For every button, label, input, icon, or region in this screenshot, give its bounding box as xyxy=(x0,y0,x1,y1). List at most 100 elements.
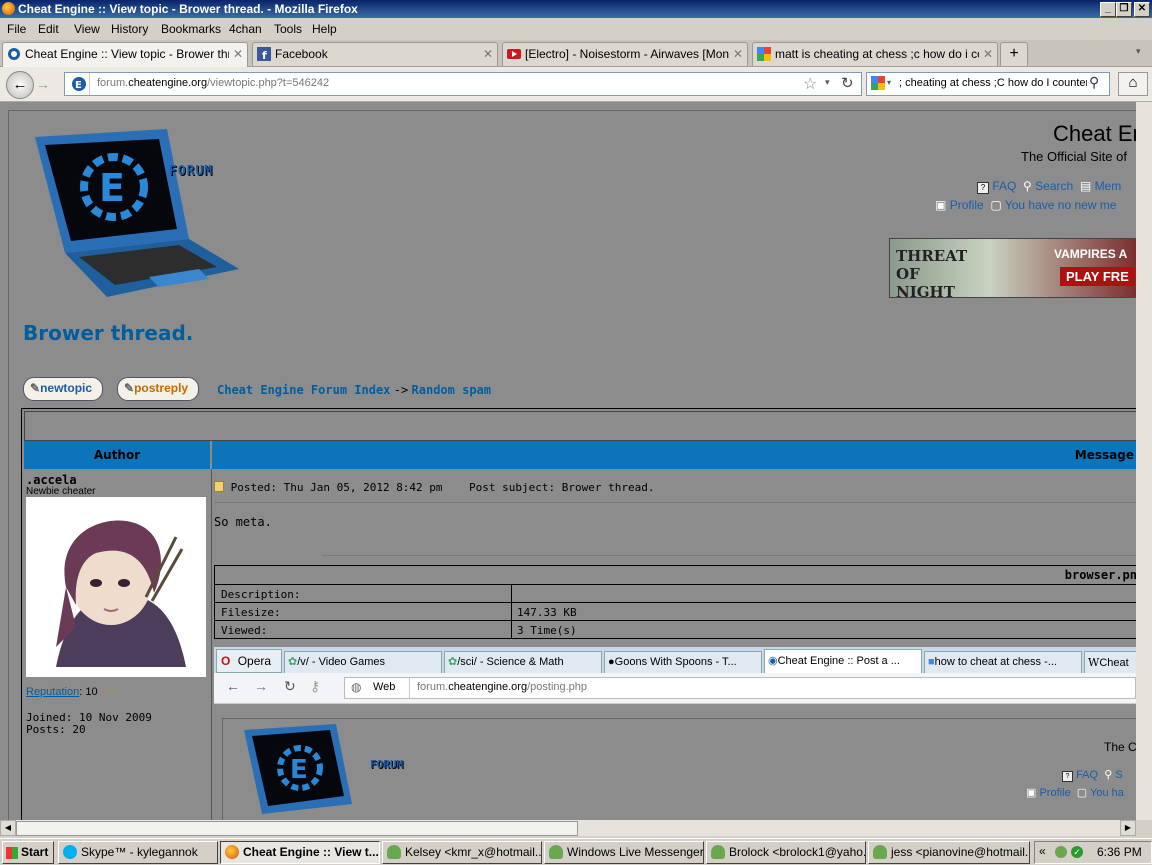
embedded-tab: ■how to cheat at chess -... xyxy=(924,651,1082,674)
messenger-icon xyxy=(549,845,563,859)
post-meta: Posted: Thu Jan 05, 2012 8:42 pm Post su… xyxy=(214,481,654,494)
status-check-icon[interactable]: ✓ xyxy=(1071,846,1083,858)
embedded-addr-label: Web xyxy=(373,681,396,693)
horizontal-scroll-thumb[interactable] xyxy=(16,821,578,836)
author-avatar[interactable] xyxy=(26,497,206,677)
new-tab-button[interactable]: + xyxy=(1000,42,1028,66)
close-button[interactable]: ✕ xyxy=(1134,2,1150,17)
profile-icon: ▣ xyxy=(935,198,947,212)
embedded-tab-active: ◉Cheat Engine :: Post a ... xyxy=(764,649,922,674)
attachment-description-label: Description: xyxy=(221,588,301,601)
grenade-icon: ● xyxy=(608,656,615,668)
minimize-button[interactable]: _ xyxy=(1100,2,1116,17)
close-icon[interactable]: ✕ xyxy=(983,43,993,65)
tab-list-icon[interactable]: ▾ xyxy=(1136,46,1141,57)
menu-bookmarks[interactable]: Bookmarks xyxy=(161,22,221,36)
search-input[interactable]: ; cheating at chess ;C how do I counter xyxy=(899,77,1087,89)
tab-cheat-engine[interactable]: Cheat Engine :: View topic - Brower thre… xyxy=(2,42,248,67)
embedded-page: E FORUM The C ? FAQ ⚲ S ▣ Profile ▢ You … xyxy=(214,704,1136,820)
post-table-spacer xyxy=(24,411,1136,441)
close-icon[interactable]: ✕ xyxy=(233,43,243,65)
clock[interactable]: 6:36 PM xyxy=(1097,845,1142,859)
tab-label: matt is cheating at chess ;c how do i co… xyxy=(775,47,979,61)
taskbar-item-firefox[interactable]: Cheat Engine :: View t... xyxy=(220,841,380,864)
menu-edit[interactable]: Edit xyxy=(38,22,59,36)
pencil-icon: ✎ xyxy=(30,381,41,395)
horizontal-scrollbar[interactable]: ◀ ▶ xyxy=(0,820,1136,836)
home-icon[interactable]: ⌂ xyxy=(1118,72,1148,96)
window-title-bar[interactable]: Cheat Engine :: View topic - Brower thre… xyxy=(0,0,1152,18)
ad-title: THREAT OF NIGHT xyxy=(896,247,968,298)
taskbar-item-messenger-jess[interactable]: jess <pianovine@hotmail.... xyxy=(868,841,1030,864)
scroll-right-arrow-icon[interactable]: ▶ xyxy=(1120,820,1136,836)
search-link[interactable]: Search xyxy=(1035,179,1073,193)
close-icon[interactable]: ✕ xyxy=(733,43,743,65)
topic-title[interactable]: Brower thread. xyxy=(23,321,193,345)
tab-label: Facebook xyxy=(275,47,328,61)
post-reply-button[interactable]: ✎postreply xyxy=(117,377,199,401)
search-icon[interactable]: ⚲ xyxy=(1089,74,1099,91)
post-icon xyxy=(214,481,224,492)
url-bar[interactable]: E forum.cheatengine.org/viewtopic.php?t=… xyxy=(64,72,862,96)
author-posts: Posts: 20 xyxy=(26,723,86,736)
post-author-rank: Newbie cheater xyxy=(26,486,96,497)
taskbar-item-messenger-brolock[interactable]: Brolock <brolock1@yaho... xyxy=(706,841,866,864)
scroll-left-arrow-icon[interactable]: ◀ xyxy=(0,820,16,836)
windows-logo-icon xyxy=(6,847,18,859)
post-author-name[interactable]: .accela xyxy=(26,473,77,487)
breadcrumb-separator: -> xyxy=(393,383,409,397)
private-messages-link[interactable]: You have no new me xyxy=(1005,198,1117,212)
embedded-tab: ✿/v/ - Video Games xyxy=(284,651,442,674)
reputation-row: Reputation: 10 ♢♢ xyxy=(26,686,121,698)
messenger-icon[interactable] xyxy=(1055,846,1067,858)
tab-google[interactable]: matt is cheating at chess ;c how do i co… xyxy=(752,42,998,66)
embedded-top-links-row2: ▣ Profile ▢ You ha xyxy=(1026,787,1124,799)
back-arrow-icon[interactable]: ← xyxy=(6,71,34,99)
taskbar-item-messenger-kelsey[interactable]: Kelsey <kmr_x@hotmail.... xyxy=(382,841,542,864)
site-subtitle: The Official Site of xyxy=(1021,149,1127,164)
taskbar-item-skype[interactable]: Skype™ - kylegannok xyxy=(58,841,218,864)
forward-arrow-icon[interactable]: → xyxy=(36,76,50,92)
tab-youtube[interactable]: [Electro] - Noisestorm - Airwaves [Monst… xyxy=(502,42,748,66)
taskbar: Start Skype™ - kylegannok Cheat Engine :… xyxy=(0,838,1152,865)
menu-history[interactable]: History xyxy=(111,22,148,36)
faq-link[interactable]: FAQ xyxy=(992,179,1016,193)
bookmark-star-icon[interactable]: ☆ xyxy=(803,74,817,94)
advertisement-banner[interactable]: THREAT OF NIGHT VAMPIRES A PLAY FRE xyxy=(889,238,1136,298)
new-topic-button[interactable]: ✎newtopic xyxy=(23,377,103,401)
svg-text:f: f xyxy=(262,49,267,61)
tab-facebook[interactable]: f Facebook ✕ xyxy=(252,42,498,66)
search-bar[interactable]: ▾ ; cheating at chess ;C how do I counte… xyxy=(866,72,1110,96)
menu-tools[interactable]: Tools xyxy=(274,22,302,36)
embedded-tab: WCheat xyxy=(1084,651,1136,674)
attached-image-opera-screenshot[interactable]: O Opera ✿/v/ - Video Games ✿/sci/ - Scie… xyxy=(214,647,1136,820)
navigation-bar: ← → E forum.cheatengine.org/viewtopic.ph… xyxy=(0,67,1152,102)
vertical-scrollbar[interactable] xyxy=(1136,102,1152,820)
attachment-filename[interactable]: browser.pn xyxy=(1065,568,1136,582)
forward-arrow-icon: → xyxy=(254,678,268,694)
menu-4chan[interactable]: 4chan xyxy=(229,22,262,36)
menu-file[interactable]: File xyxy=(7,22,26,36)
reputation-link[interactable]: Reputation xyxy=(26,686,79,698)
post-body: So meta. xyxy=(214,515,272,529)
search-engine-dropdown-icon[interactable]: ▾ xyxy=(887,78,891,87)
close-icon[interactable]: ✕ xyxy=(483,43,493,65)
show-hidden-icons-icon[interactable]: « xyxy=(1039,844,1046,858)
breadcrumb-forum-link[interactable]: Random spam xyxy=(412,383,491,397)
menu-bar: File Edit View History Bookmarks 4chan T… xyxy=(0,19,1152,39)
profile-link[interactable]: Profile xyxy=(950,198,984,212)
wikipedia-icon: W xyxy=(1088,656,1100,669)
embedded-toolbar: ← → ↻ ⚷ ◍ Web forum.cheatengine.org/post… xyxy=(214,673,1136,704)
members-link[interactable]: Mem xyxy=(1095,179,1122,193)
reputation-icon: ♢♢ xyxy=(100,686,121,698)
maximize-button[interactable]: ❐ xyxy=(1116,2,1132,17)
menu-view[interactable]: View xyxy=(74,22,100,36)
start-button[interactable]: Start xyxy=(2,841,54,864)
reload-icon[interactable]: ↻ xyxy=(841,74,854,92)
embedded-url-text: forum.cheatengine.org/posting.php xyxy=(417,681,588,693)
breadcrumb-index-link[interactable]: Cheat Engine Forum Index xyxy=(217,383,390,397)
menu-help[interactable]: Help xyxy=(312,22,337,36)
taskbar-item-windows-live-messenger[interactable]: Windows Live Messenger xyxy=(544,841,704,864)
dropdown-icon[interactable]: ▾ xyxy=(825,77,830,88)
ad-play-button[interactable]: PLAY FRE xyxy=(1060,267,1135,286)
